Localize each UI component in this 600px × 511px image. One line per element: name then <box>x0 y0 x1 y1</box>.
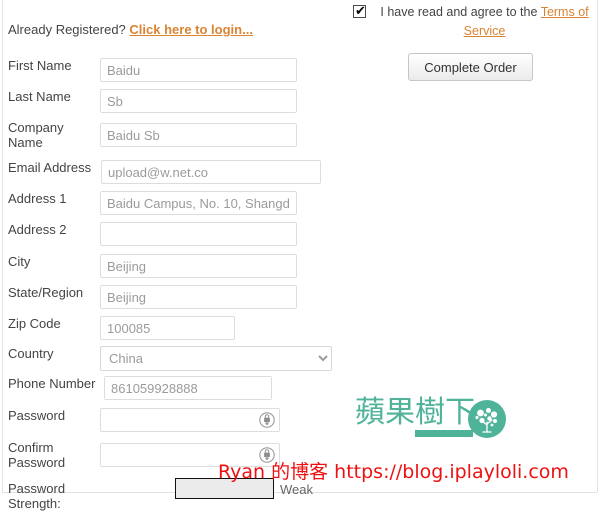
label-confirm-password: Confirm Password <box>8 440 66 470</box>
password-generator-icon[interactable] <box>258 446 276 464</box>
first-name-input[interactable] <box>100 58 297 82</box>
terms-lead-text: I have read and agree to the <box>380 5 538 19</box>
label-city: City <box>8 254 31 269</box>
confirm-password-input[interactable] <box>100 443 280 467</box>
checkmark-icon: ✔ <box>355 3 366 18</box>
brand-watermark: 蘋果樹下 <box>355 395 507 442</box>
terms-checkbox[interactable]: ✔ <box>353 3 366 18</box>
address-1-input[interactable] <box>100 191 297 215</box>
password-strength-meter <box>175 478 274 499</box>
label-phone-number: Phone Number <box>8 376 96 391</box>
page-border-right <box>597 0 598 492</box>
company-name-input[interactable] <box>100 123 297 147</box>
page-border-left <box>2 0 3 492</box>
brand-watermark-underline <box>415 430 473 437</box>
label-zip-code: Zip Code <box>8 316 61 331</box>
label-password: Password <box>8 408 66 423</box>
complete-order-button[interactable]: Complete Order <box>408 53 533 81</box>
last-name-input[interactable] <box>100 89 297 113</box>
state-region-input[interactable] <box>100 285 297 309</box>
already-registered-label: Already Registered? <box>8 22 126 37</box>
phone-number-input[interactable] <box>104 376 272 400</box>
terms-text: I have read and agree to the Terms of Se… <box>373 3 596 41</box>
tree-logo-icon <box>467 399 507 439</box>
label-state-region: State/Region <box>8 285 84 300</box>
zip-code-input[interactable] <box>100 316 235 340</box>
email-address-input[interactable] <box>101 160 321 184</box>
label-country: Country <box>8 346 54 361</box>
already-registered-row: Already Registered? Click here to login.… <box>8 22 253 37</box>
password-strength-value: Weak <box>280 482 313 497</box>
password-input-wrap <box>100 408 280 432</box>
label-address-2: Address 2 <box>8 222 67 237</box>
label-email-address: Email Address <box>8 160 92 175</box>
label-company-name: Company Name <box>8 120 64 150</box>
address-2-input[interactable] <box>100 222 297 246</box>
label-address-1: Address 1 <box>8 191 67 206</box>
brand-watermark-text: 蘋果樹下 <box>355 395 475 430</box>
login-link[interactable]: Click here to login... <box>129 22 253 37</box>
password-strength-label: Password Strength: <box>8 481 66 511</box>
city-input[interactable] <box>100 254 297 278</box>
label-first-name: First Name <box>8 58 72 73</box>
confirm-password-input-wrap <box>100 443 280 467</box>
password-input[interactable] <box>100 408 280 432</box>
password-generator-icon[interactable] <box>258 411 276 429</box>
country-select[interactable]: China <box>100 346 332 371</box>
label-last-name: Last Name <box>8 89 71 104</box>
